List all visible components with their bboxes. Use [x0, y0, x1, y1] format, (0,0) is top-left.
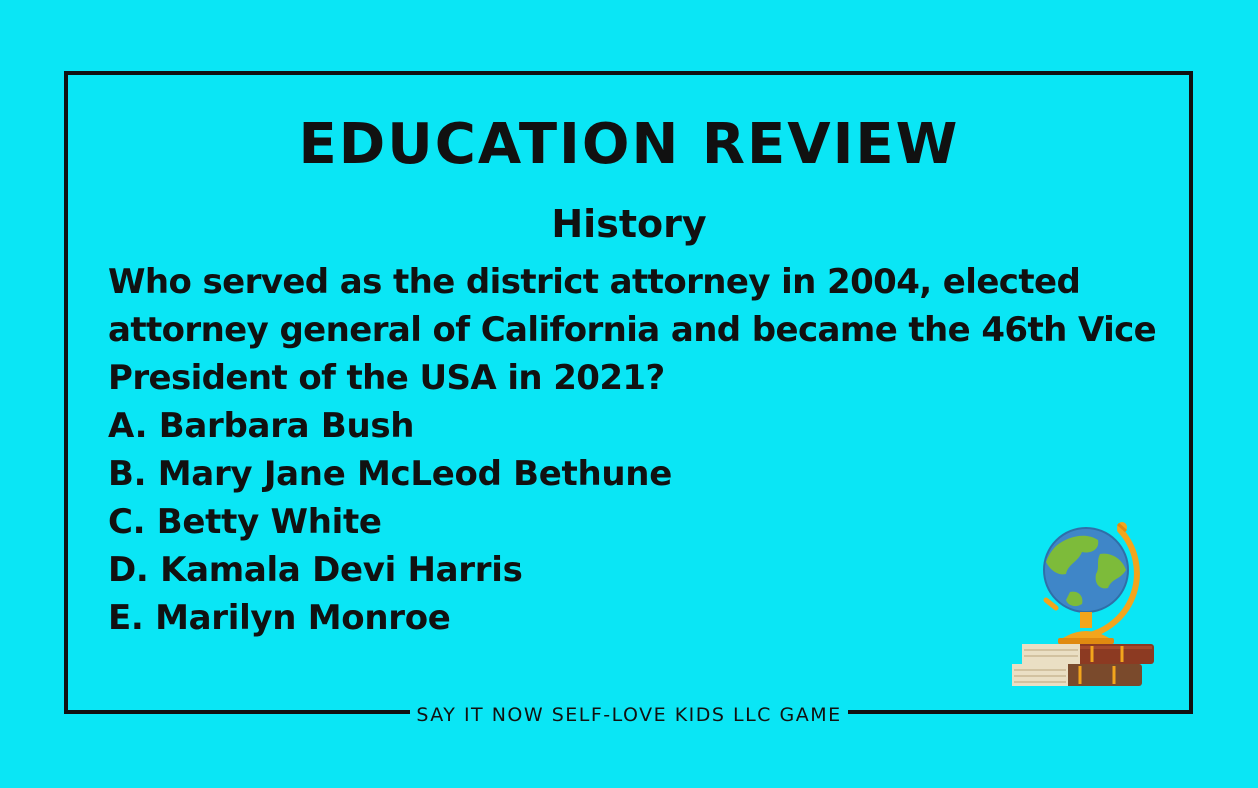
footer-text: SAY IT NOW SELF-LOVE KIDS LLC GAME: [410, 702, 848, 728]
question-text: Who served as the district attorney in 2…: [108, 262, 1157, 398]
answer-option-b[interactable]: B. Mary Jane McLeod Bethune: [108, 450, 672, 498]
answer-options: A. Barbara Bush B. Mary Jane McLeod Beth…: [108, 402, 672, 642]
answer-option-c[interactable]: C. Betty White: [108, 498, 672, 546]
answer-option-d[interactable]: D. Kamala Devi Harris: [108, 546, 672, 594]
answer-option-a[interactable]: A. Barbara Bush: [108, 402, 672, 450]
globe-on-books-icon: [1012, 522, 1154, 686]
footer: SAY IT NOW SELF-LOVE KIDS LLC GAME: [0, 702, 1258, 728]
subject-heading: History: [551, 202, 707, 246]
page-title: EDUCATION REVIEW: [298, 112, 960, 177]
answer-option-e[interactable]: E. Marilyn Monroe: [108, 594, 672, 642]
